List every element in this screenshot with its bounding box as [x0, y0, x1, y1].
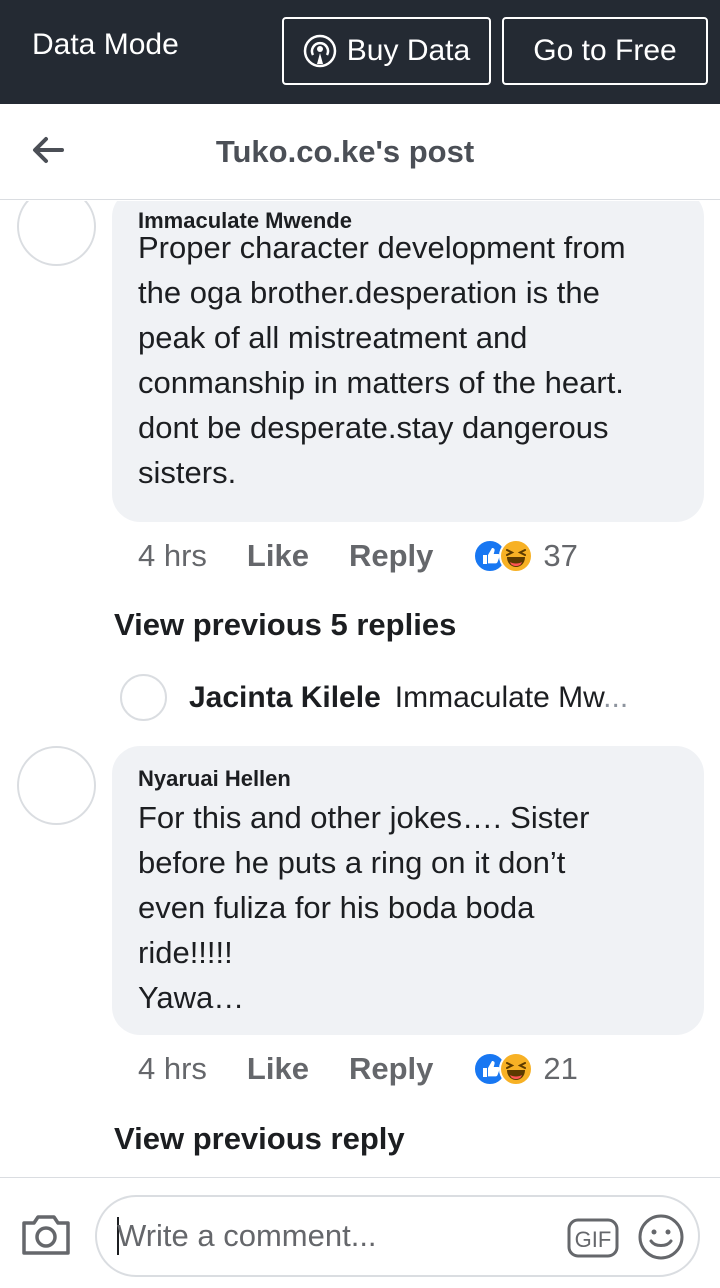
- like-button[interactable]: Like: [247, 1051, 309, 1087]
- avatar[interactable]: [120, 674, 167, 721]
- buy-data-button[interactable]: Buy Data: [282, 17, 491, 85]
- comment-time: 4 hrs: [138, 538, 207, 573]
- comments-feed[interactable]: Immaculate Mwende Proper character devel…: [0, 201, 720, 1177]
- reply-text-preview: Immaculate Mw...: [395, 681, 628, 715]
- view-previous-reply-link[interactable]: View previous reply: [114, 1121, 405, 1157]
- comment-actions: 4 hrs Like Reply 21: [138, 1051, 578, 1087]
- reply-ellipsis: ...: [603, 680, 629, 714]
- reply-button[interactable]: Reply: [349, 1051, 433, 1087]
- reaction-summary[interactable]: [473, 1052, 534, 1086]
- avatar[interactable]: [17, 746, 96, 825]
- comment-text: For this and other jokes…. Sister before…: [138, 800, 590, 1015]
- reaction-summary[interactable]: [473, 539, 534, 573]
- haha-reaction-icon: [499, 1052, 534, 1086]
- like-button[interactable]: Like: [247, 538, 309, 574]
- view-previous-replies-link[interactable]: View previous 5 replies: [114, 607, 456, 643]
- avatar[interactable]: [17, 201, 96, 266]
- gif-label: GIF: [575, 1227, 612, 1252]
- comment-bubble[interactable]: Nyaruai Hellen For this and other jokes……: [112, 746, 704, 1035]
- camera-icon[interactable]: [20, 1211, 72, 1257]
- comment-composer: Write a comment... GIF: [0, 1177, 720, 1288]
- broadcast-icon: [303, 34, 337, 68]
- reaction-count[interactable]: 21: [543, 1051, 577, 1087]
- comment-text: Proper character development from the og…: [138, 230, 626, 490]
- emoji-icon[interactable]: [637, 1213, 685, 1261]
- haha-reaction-icon: [499, 539, 534, 573]
- data-mode-label: Data Mode: [32, 28, 179, 61]
- reply-preview[interactable]: Jacinta Kilele Immaculate Mw...: [120, 674, 628, 721]
- comment-bubble[interactable]: Immaculate Mwende Proper character devel…: [112, 201, 704, 522]
- data-mode-bar: Data Mode Buy Data Go to Free: [0, 0, 720, 104]
- comment-time: 4 hrs: [138, 1051, 207, 1086]
- go-to-free-label: Go to Free: [533, 34, 677, 67]
- reaction-count[interactable]: 37: [543, 538, 577, 574]
- reply-author[interactable]: Jacinta Kilele: [189, 681, 381, 715]
- post-header: Tuko.co.ke's post: [0, 104, 720, 200]
- reply-text: Immaculate Mw: [394, 680, 604, 714]
- comment-placeholder: Write a comment...: [117, 1218, 377, 1253]
- comment-author[interactable]: Nyaruai Hellen: [138, 766, 291, 792]
- go-to-free-button[interactable]: Go to Free: [502, 17, 708, 85]
- page-title: Tuko.co.ke's post: [215, 134, 475, 169]
- gif-icon[interactable]: GIF: [567, 1218, 619, 1258]
- buy-data-label: Buy Data: [346, 34, 471, 67]
- reply-button[interactable]: Reply: [349, 538, 433, 574]
- comment-actions: 4 hrs Like Reply 37: [138, 538, 578, 574]
- comment-input[interactable]: Write a comment... GIF: [95, 1195, 700, 1277]
